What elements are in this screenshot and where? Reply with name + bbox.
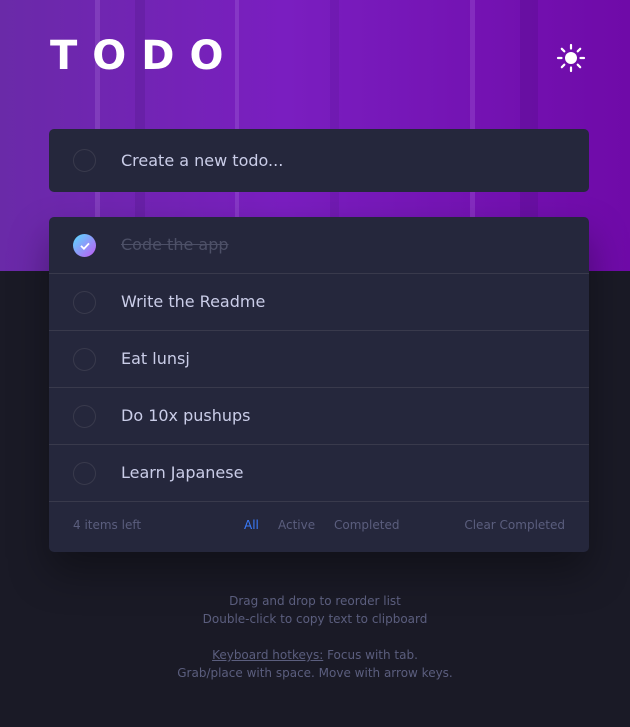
theme-toggle-button[interactable] — [556, 43, 586, 73]
hint-focus-text: Focus with tab. — [323, 648, 418, 662]
todo-checkbox[interactable] — [73, 291, 96, 314]
todo-text: Write the Readme — [121, 292, 266, 311]
todo-checkbox[interactable] — [73, 462, 96, 485]
todo-text: Code the app — [121, 235, 229, 254]
todo-item[interactable]: Eat lunsj — [49, 331, 589, 388]
todo-item[interactable]: Learn Japanese — [49, 445, 589, 502]
todo-list: Code the app Write the Readme Eat lunsj … — [49, 217, 589, 552]
filter-all[interactable]: All — [244, 518, 259, 532]
keyboard-hotkeys-link[interactable]: Keyboard hotkeys: — [212, 648, 323, 662]
todo-text: Learn Japanese — [121, 463, 244, 482]
hint-line-keys: Grab/place with space. Move with arrow k… — [177, 666, 453, 680]
drag-hint: Drag and drop to reorder list Double-cli… — [0, 592, 630, 628]
filter-completed[interactable]: Completed — [334, 518, 399, 532]
new-todo-checkbox[interactable] — [73, 149, 96, 172]
todo-text: Eat lunsj — [121, 349, 190, 368]
new-todo-input[interactable] — [121, 148, 561, 173]
todo-item[interactable]: Write the Readme — [49, 274, 589, 331]
hint-line-reorder: Drag and drop to reorder list — [229, 594, 401, 608]
hotkeys-hint: Keyboard hotkeys: Focus with tab. Grab/p… — [0, 646, 630, 682]
todo-checkbox-checked[interactable] — [73, 234, 96, 257]
filter-active[interactable]: Active — [278, 518, 315, 532]
clear-completed-button[interactable]: Clear Completed — [464, 518, 565, 532]
app-title: TODO — [50, 33, 239, 79]
todo-text: Do 10x pushups — [121, 406, 251, 425]
sun-icon — [556, 43, 586, 73]
todo-item[interactable]: Do 10x pushups — [49, 388, 589, 445]
todo-checkbox[interactable] — [73, 405, 96, 428]
list-footer: 4 items left All Active Completed Clear … — [49, 502, 589, 552]
todo-checkbox[interactable] — [73, 348, 96, 371]
todo-item[interactable]: Code the app — [49, 217, 589, 274]
items-left-count: 4 items left — [73, 518, 142, 532]
check-icon — [79, 242, 90, 250]
new-todo-form — [49, 129, 589, 192]
hint-line-copy: Double-click to copy text to clipboard — [202, 612, 428, 626]
